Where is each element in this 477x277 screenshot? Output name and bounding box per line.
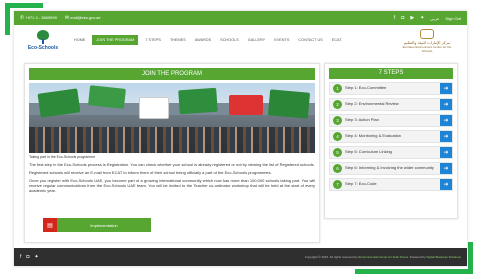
- step-3[interactable]: 3 Step 3: Action Plan ➜: [329, 114, 453, 127]
- step-2[interactable]: 2 Step 2: Environmental Review ➜: [329, 98, 453, 111]
- sign-out-link[interactable]: Sign Out: [445, 16, 461, 21]
- arrow-right-icon: ➜: [440, 179, 452, 190]
- tree-logo-icon: [33, 29, 53, 44]
- eco-schools-logo[interactable]: Eco-Schools: [20, 29, 66, 51]
- arrow-right-icon: ➜: [440, 131, 452, 142]
- header: Eco-Schools HOME JOIN THE PROGRAM 7 STEP…: [14, 25, 467, 55]
- facebook-icon[interactable]: f: [394, 15, 395, 21]
- phone-icon: ✆: [20, 15, 25, 21]
- step-5[interactable]: 5 Step 5: Curriculum Linking ➜: [329, 146, 453, 159]
- paragraph: Registered schools will receive an E-mai…: [29, 170, 272, 175]
- instagram-icon[interactable]: ◘: [401, 15, 404, 21]
- implementation-button[interactable]: ▤ Implementation: [43, 218, 151, 232]
- phone-contact[interactable]: ✆ +971 4 - 3669999: [20, 15, 57, 21]
- pdf-icon: ▤: [43, 218, 57, 232]
- twitter-icon[interactable]: ✦: [420, 15, 424, 21]
- footer-social: f ◘ ✦: [20, 254, 39, 260]
- mail-icon: ✉: [64, 15, 70, 21]
- arrow-right-icon: ➜: [440, 83, 452, 94]
- twitter-icon[interactable]: ✦: [34, 254, 38, 260]
- panel-title: 7 STEPS: [329, 68, 453, 79]
- vendor-link[interactable]: Digital Business Solutions: [426, 255, 461, 259]
- step-4[interactable]: 4 Step 4: Monitoring & Evaluation ➜: [329, 130, 453, 143]
- step-7[interactable]: 7 Step 7: Eco-Code ➜: [329, 178, 453, 191]
- nav-gallery[interactable]: GALLERY: [246, 35, 267, 45]
- emblem-icon: [420, 29, 434, 39]
- panel-title: JOIN THE PROGRAM: [29, 68, 315, 80]
- nav-schools[interactable]: SCHOOLS: [218, 35, 241, 45]
- language-switch[interactable]: عربي: [430, 16, 439, 21]
- paragraph: Once you register with Eco-Schools UAE, …: [29, 178, 315, 193]
- nav-themes[interactable]: THEMES: [168, 35, 188, 45]
- step-6[interactable]: 6 Step 6: Informing & Involving the wide…: [329, 162, 453, 175]
- arrow-right-icon: ➜: [440, 115, 452, 126]
- youtube-icon[interactable]: ▶: [410, 15, 414, 21]
- frame-decoration: [5, 3, 43, 8]
- nav-7-steps[interactable]: 7 STEPS: [143, 35, 163, 45]
- page: ✆ +971 4 - 3669999 ✉ mail@eks.gov.ae f ◘…: [14, 11, 467, 266]
- join-program-panel: JOIN THE PROGRAM Taking part in the Eco-…: [24, 63, 320, 243]
- frame-decoration: [5, 3, 10, 35]
- arrow-right-icon: ➜: [440, 99, 452, 110]
- nav-home[interactable]: HOME: [72, 35, 87, 45]
- main-nav: HOME JOIN THE PROGRAM 7 STEPS THEMES AWA…: [72, 35, 344, 45]
- nav-events[interactable]: EVENTS: [272, 35, 291, 45]
- step-1[interactable]: 1 Step 1: Eco-Committee ➜: [329, 82, 453, 95]
- org-link[interactable]: Environmental Center for Arab Towns: [358, 255, 408, 259]
- partner-logo[interactable]: مركز الإمارات للبيئة والتعليم Emirates E…: [397, 29, 457, 53]
- email-contact[interactable]: ✉ mail@eks.gov.ae: [65, 15, 101, 21]
- instagram-icon[interactable]: ◘: [26, 254, 29, 260]
- nav-ecat[interactable]: ECAT: [330, 35, 344, 45]
- nav-join-the-program[interactable]: JOIN THE PROGRAM: [92, 35, 139, 45]
- arrow-right-icon: ➜: [440, 163, 452, 174]
- facebook-icon[interactable]: f: [20, 254, 21, 260]
- copyright: Copyright © 2016. All rights reserved by…: [304, 255, 461, 259]
- frame-decoration: [355, 269, 473, 274]
- photo-caption: Taking part in the Eco-Schools programme: [29, 155, 96, 159]
- footer: f ◘ ✦ Copyright © 2016. All rights reser…: [14, 248, 467, 266]
- frame-decoration: [468, 242, 473, 274]
- program-photo: [29, 83, 315, 153]
- seven-steps-panel: 7 STEPS 1 Step 1: Eco-Committee ➜ 2 Step…: [324, 63, 458, 219]
- paragraph: The first step in the Eco-Schools proces…: [29, 162, 315, 167]
- top-bar: ✆ +971 4 - 3669999 ✉ mail@eks.gov.ae f ◘…: [14, 11, 467, 25]
- arrow-right-icon: ➜: [440, 147, 452, 158]
- nav-contact-us[interactable]: CONTACT US: [296, 35, 324, 45]
- nav-awards[interactable]: AWARDS: [193, 35, 213, 45]
